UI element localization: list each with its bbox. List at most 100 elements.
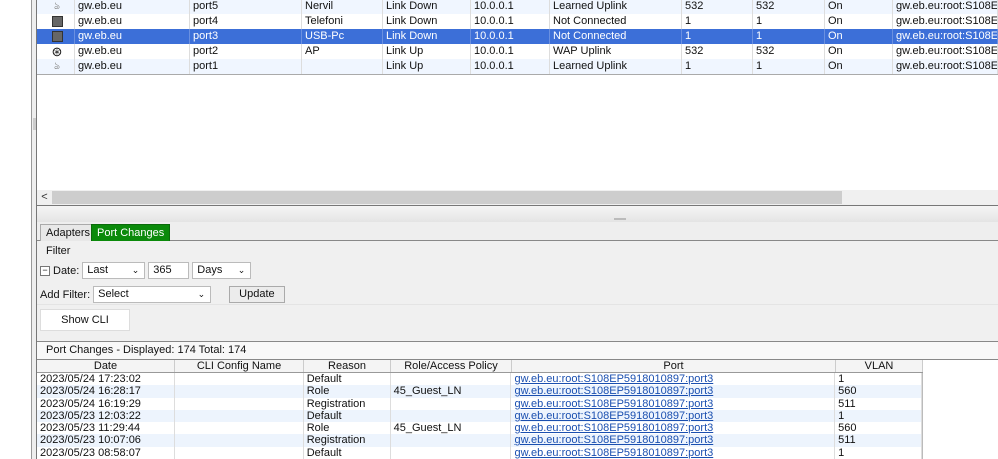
cell bbox=[391, 434, 512, 447]
cell-state: On bbox=[825, 0, 893, 14]
date-mode-select[interactable]: Last ⌄ bbox=[82, 262, 146, 279]
monitor-icon bbox=[51, 16, 63, 27]
cell: 2023/05/23 11:29:44 bbox=[37, 422, 175, 435]
cell: 1 bbox=[835, 409, 922, 423]
filter-title: Filter bbox=[46, 245, 71, 257]
column-header[interactable]: Role/Access Policy bbox=[391, 360, 512, 372]
cell-link: Link Down bbox=[383, 0, 471, 14]
cell: Role bbox=[304, 385, 391, 398]
cell: gw.eb.eu:root:S108EP5918010897:port3 bbox=[511, 385, 836, 398]
port-link[interactable]: gw.eb.eu:root:S108EP5918010897:port3 bbox=[514, 410, 713, 422]
column-header[interactable]: VLAN bbox=[836, 360, 923, 372]
cell bbox=[391, 373, 512, 386]
date-unit-select[interactable]: Days ⌄ bbox=[192, 262, 252, 279]
access-point-icon: ⊛ bbox=[51, 44, 63, 59]
cell: 2023/05/23 10:07:06 bbox=[37, 434, 175, 447]
cell: 2023/05/23 12:03:22 bbox=[37, 409, 175, 423]
table-row[interactable]: 2023/05/24 16:19:29 Registration gw.eb.eu:… bbox=[37, 397, 923, 410]
cable-icon: ঌ bbox=[53, 1, 61, 12]
cell-path: gw.eb.eu:root:S108EP5 bbox=[893, 44, 998, 59]
cell: 511 bbox=[835, 434, 922, 447]
table-row[interactable]: ⊛ gw.eb.eu port2 AP Link Up 10.0.0.1 WAP Uplin… bbox=[37, 44, 998, 59]
table-row[interactable]: gw.eb.eu port3 USB-Pc Link Down 10.0.0.1 Not … bbox=[37, 29, 998, 44]
cell-type: Learned Uplink bbox=[550, 0, 682, 14]
cell-vlan2: 1 bbox=[753, 59, 825, 74]
cell-link: Link Up bbox=[383, 59, 471, 74]
port-link[interactable]: gw.eb.eu:root:S108EP5918010897:port3 bbox=[514, 398, 713, 410]
cell: Default bbox=[304, 373, 391, 386]
port-link[interactable]: gw.eb.eu:root:S108EP5918010897:port3 bbox=[514, 385, 713, 397]
cell-host: gw.eb.eu bbox=[75, 14, 190, 29]
cell-port: port3 bbox=[190, 29, 302, 44]
tab-adapters[interactable]: Adapters bbox=[40, 224, 97, 241]
splitter-grip[interactable] bbox=[33, 118, 36, 130]
update-button[interactable]: Update bbox=[229, 286, 285, 303]
table-row[interactable]: ঌ gw.eb.eu port5 Nervil Link Down 10.0.0.1 Lea… bbox=[37, 0, 998, 14]
cell-ip: 10.0.0.1 bbox=[471, 0, 550, 14]
cell: gw.eb.eu:root:S108EP5918010897:port3 bbox=[511, 373, 836, 386]
column-header[interactable]: CLI Config Name bbox=[175, 360, 304, 372]
column-header[interactable]: Reason bbox=[304, 360, 391, 372]
cell: Default bbox=[304, 409, 391, 423]
cell-host: gw.eb.eu bbox=[75, 29, 190, 44]
cell-description: Telefoni bbox=[302, 14, 383, 29]
cell: gw.eb.eu:root:S108EP5918010897:port3 bbox=[511, 434, 836, 447]
scrollbar-thumb[interactable] bbox=[52, 191, 842, 204]
cell-link: Link Down bbox=[383, 14, 471, 29]
cell bbox=[391, 446, 512, 459]
horizontal-splitter[interactable] bbox=[37, 205, 998, 222]
column-header[interactable]: Port bbox=[512, 360, 836, 372]
cell-description: Nervil bbox=[302, 0, 383, 14]
table-row[interactable]: 2023/05/23 08:58:07 Default gw.eb.eu:root:… bbox=[37, 446, 923, 459]
cell bbox=[175, 373, 304, 386]
cell-path: gw.eb.eu:root:S108EP5 bbox=[893, 0, 998, 14]
cell-port: port4 bbox=[190, 14, 302, 29]
table-row[interactable]: gw.eb.eu port4 Telefoni Link Down 10.0.0.1 No… bbox=[37, 14, 998, 29]
icon-cell bbox=[37, 14, 75, 29]
cell-ip: 10.0.0.1 bbox=[471, 14, 550, 29]
table-row[interactable]: 2023/05/23 10:07:06 Registration gw.eb.eu:… bbox=[37, 434, 923, 447]
cell-vlan2: 1 bbox=[753, 29, 825, 44]
table-row[interactable]: 2023/05/24 16:28:17 Role 45_Guest_LN gw.eb.… bbox=[37, 385, 923, 398]
cell-ip: 10.0.0.1 bbox=[471, 59, 550, 74]
divider bbox=[37, 304, 998, 305]
cell bbox=[175, 397, 304, 410]
cell: Registration bbox=[304, 434, 391, 447]
icon-cell: ঌ bbox=[37, 59, 75, 74]
horizontal-scrollbar[interactable]: < bbox=[37, 190, 998, 205]
add-filter-select[interactable]: Select ⌄ bbox=[93, 286, 212, 303]
cell-port: port2 bbox=[190, 44, 302, 59]
cell-vlan1: 532 bbox=[682, 44, 753, 59]
date-value-input[interactable]: 365 bbox=[148, 262, 190, 279]
cell-vlan1: 532 bbox=[682, 0, 753, 14]
cell-type: WAP Uplink bbox=[550, 44, 682, 59]
show-cli-button[interactable]: Show CLI bbox=[40, 309, 130, 331]
port-link[interactable]: gw.eb.eu:root:S108EP5918010897:port3 bbox=[514, 447, 713, 459]
table-row[interactable]: ঌ gw.eb.eu port1 Link Up 10.0.0.1 Learned Upl… bbox=[37, 59, 998, 74]
collapse-icon[interactable]: − bbox=[40, 265, 50, 276]
cell: 45_Guest_LN bbox=[391, 422, 512, 435]
table-row[interactable]: 2023/05/23 11:29:44 Role 45_Guest_LN gw.eb.… bbox=[37, 422, 923, 435]
cell: 1 bbox=[835, 446, 922, 459]
splitter-grip[interactable] bbox=[614, 218, 626, 220]
scroll-left-icon[interactable]: < bbox=[37, 190, 52, 205]
cell bbox=[175, 409, 304, 423]
port-link[interactable]: gw.eb.eu:root:S108EP5918010897:port3 bbox=[514, 422, 713, 434]
cell bbox=[175, 385, 304, 398]
column-header[interactable]: Date bbox=[37, 360, 175, 372]
cell-host: gw.eb.eu bbox=[75, 44, 190, 59]
cell bbox=[391, 397, 512, 410]
table-row[interactable]: 2023/05/23 12:03:22 Default gw.eb.eu:root:… bbox=[37, 409, 923, 423]
port-link[interactable]: gw.eb.eu:root:S108EP5918010897:port3 bbox=[514, 434, 713, 446]
port-link[interactable]: gw.eb.eu:root:S108EP5918010897:port3 bbox=[514, 373, 713, 385]
date-label: Date: bbox=[53, 264, 80, 277]
table-row[interactable]: 2023/05/24 17:23:02 Default gw.eb.eu:root:… bbox=[37, 373, 923, 386]
cell-port: port1 bbox=[190, 59, 302, 74]
status-text: Port Changes - Displayed: 174 Total: 174 bbox=[37, 341, 998, 359]
cell: gw.eb.eu:root:S108EP5918010897:port3 bbox=[511, 409, 836, 423]
cell-host: gw.eb.eu bbox=[75, 0, 190, 14]
tab-port-changes[interactable]: Port Changes bbox=[91, 224, 171, 241]
cell: Default bbox=[304, 446, 391, 459]
chevron-down-icon: ⌄ bbox=[197, 289, 206, 299]
cell-type: Learned Uplink bbox=[550, 59, 682, 74]
